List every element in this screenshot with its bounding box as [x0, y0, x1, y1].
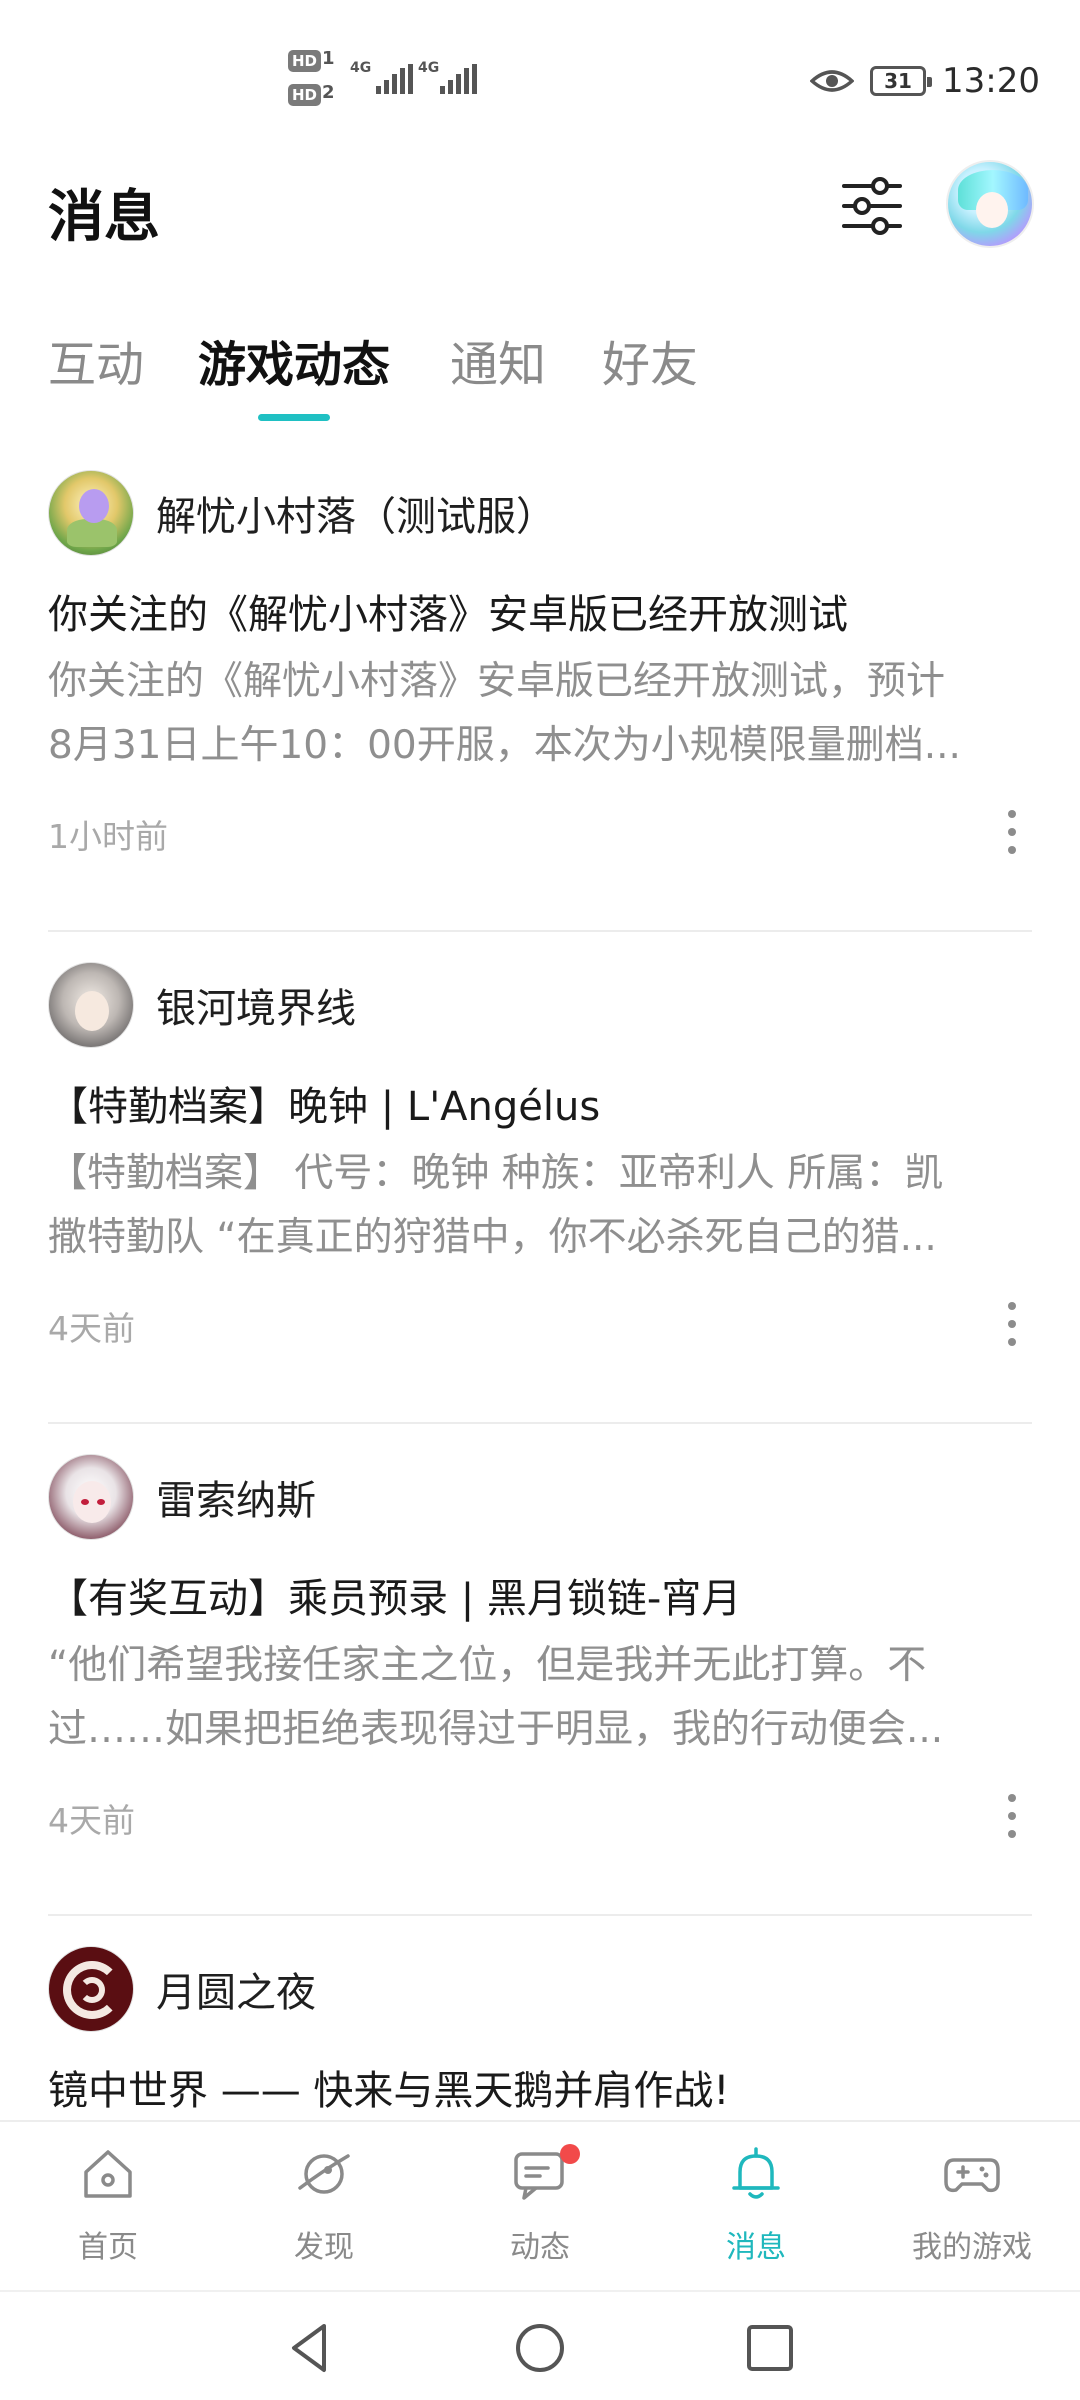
nav-my-games[interactable]: 我的游戏	[892, 2144, 1052, 2274]
gamepad-icon	[944, 2158, 1000, 2193]
post-time: 4天前	[48, 1801, 135, 1840]
feed-card[interactable]: 月圆之夜 镜中世界 —— 快来与黑天鹅并肩作战!	[48, 1916, 1032, 2120]
message-tabs: 互动 游戏动态 通知 好友	[0, 300, 1080, 430]
active-tab-indicator	[258, 414, 330, 421]
nav-discover[interactable]: 发现	[244, 2144, 404, 2274]
post-preview-line: “他们希望我接任家主之位，但是我并无此打算。不	[48, 1643, 927, 1688]
post-title: 镜中世界 —— 快来与黑天鹅并肩作战!	[48, 2068, 730, 2114]
game-name[interactable]: 月圆之夜	[156, 1960, 316, 2018]
header: 消息	[0, 150, 1080, 270]
network-type-label: 4G	[350, 60, 372, 76]
post-time: 4天前	[48, 1309, 135, 1348]
home-icon	[84, 2150, 132, 2198]
tab-friends[interactable]: 好友	[602, 325, 698, 395]
signal-strength-icon	[376, 64, 413, 94]
profile-avatar[interactable]	[946, 160, 1034, 248]
recent-apps-icon[interactable]	[740, 2318, 800, 2378]
game-updates-feed: 解忧小村落（测试服） 你关注的《解忧小村落》安卓版已经开放测试 你关注的《解忧小…	[0, 440, 1080, 2120]
post-time: 1小时前	[48, 817, 168, 856]
bell-icon	[732, 2147, 780, 2199]
nav-label: 我的游戏	[912, 2230, 1032, 2265]
game-avatar[interactable]	[48, 962, 134, 1048]
bottom-navigation: 首页 发现 动态 消息 我的游戏	[0, 2120, 1080, 2290]
game-name[interactable]: 解忧小村落（测试服）	[156, 484, 556, 542]
page-title: 消息	[48, 185, 160, 250]
post-title: 【有奖互动】乘员预录 | 黑月锁链-宵月	[48, 1576, 742, 1622]
sim1-label: 1	[322, 48, 335, 69]
post-preview: 你关注的《解忧小村落》安卓版已经开放测试，预计 8月31日上午10：00开服，本…	[48, 650, 1032, 778]
nav-messages[interactable]: 消息	[676, 2144, 836, 2274]
filter-settings-button[interactable]	[836, 170, 908, 242]
eye-comfort-icon	[810, 70, 855, 92]
post-preview: “他们希望我接任家主之位，但是我并无此打算。不 过……如果把拒绝表现得过于明显，…	[48, 1634, 1032, 1762]
feed-card[interactable]: 解忧小村落（测试服） 你关注的《解忧小村落》安卓版已经开放测试 你关注的《解忧小…	[48, 440, 1032, 932]
hd-icon: HD	[288, 50, 322, 72]
nav-feed[interactable]: 动态	[460, 2144, 620, 2274]
compass-planet-icon	[298, 2154, 350, 2194]
nav-label: 消息	[726, 2230, 786, 2265]
signal-strength-icon	[440, 64, 477, 94]
home-circle-icon[interactable]	[510, 2318, 570, 2378]
unread-badge	[560, 2144, 580, 2164]
post-preview-line: 8月31日上午10：00开服，本次为小规模限量删档...	[48, 723, 961, 768]
feed-card[interactable]: 雷索纳斯 【有奖互动】乘员预录 | 黑月锁链-宵月 “他们希望我接任家主之位，但…	[48, 1424, 1032, 1916]
post-preview-line: 【特勤档案】 代号：晚钟 种族：亚帝利人 所属：凯	[48, 1151, 944, 1196]
clock: 13:20	[942, 61, 1040, 101]
signal-indicators: HD 1 HD 2 4G 4G	[288, 48, 488, 112]
sliders-icon	[842, 177, 902, 235]
hd-icon: HD	[288, 84, 322, 106]
system-navigation-bar	[0, 2290, 1080, 2400]
more-options-button[interactable]	[1000, 1788, 1024, 1844]
game-name[interactable]: 银河境界线	[156, 976, 356, 1034]
post-preview-line: 过……如果把拒绝表现得过于明显，我的行动便会...	[48, 1707, 944, 1752]
battery-level: 31	[884, 69, 912, 93]
tab-notifications[interactable]: 通知	[450, 325, 546, 395]
post-title: 你关注的《解忧小村落》安卓版已经开放测试	[48, 592, 848, 638]
game-avatar[interactable]	[48, 1454, 134, 1540]
game-name[interactable]: 雷索纳斯	[156, 1468, 316, 1526]
post-preview-line: 你关注的《解忧小村落》安卓版已经开放测试，预计	[48, 659, 946, 704]
post-title: 【特勤档案】晚钟 | L'Angélus	[48, 1084, 601, 1130]
nav-label: 动态	[510, 2230, 570, 2265]
sim2-label: 2	[322, 82, 335, 103]
battery-icon: 31	[870, 66, 933, 96]
nav-label: 发现	[294, 2230, 354, 2265]
tab-interaction[interactable]: 互动	[48, 325, 144, 395]
status-bar: HD 1 HD 2 4G 4G 31 13:20	[0, 0, 1080, 150]
nav-home[interactable]: 首页	[28, 2144, 188, 2274]
post-preview-line: 撒特勤队 “在真正的狩猎中，你不必杀死自己的猎...	[48, 1215, 937, 1260]
game-avatar[interactable]	[48, 1946, 134, 2032]
nav-label: 首页	[78, 2230, 138, 2265]
more-options-button[interactable]	[1000, 1296, 1024, 1352]
post-preview: 【特勤档案】 代号：晚钟 种族：亚帝利人 所属：凯 撒特勤队 “在真正的狩猎中，…	[48, 1142, 1032, 1270]
more-options-button[interactable]	[1000, 804, 1024, 860]
network-type-label: 4G	[418, 60, 440, 76]
status-right: 31 13:20	[810, 56, 1040, 106]
game-avatar[interactable]	[48, 470, 134, 556]
screen: HD 1 HD 2 4G 4G 31 13:20 消息 互动 游戏动态 通知 好…	[0, 0, 1080, 2400]
feed-card[interactable]: 银河境界线 【特勤档案】晚钟 | L'Angélus 【特勤档案】 代号：晚钟 …	[48, 932, 1032, 1424]
back-icon[interactable]	[280, 2318, 340, 2378]
tab-game-updates[interactable]: 游戏动态	[198, 325, 390, 395]
